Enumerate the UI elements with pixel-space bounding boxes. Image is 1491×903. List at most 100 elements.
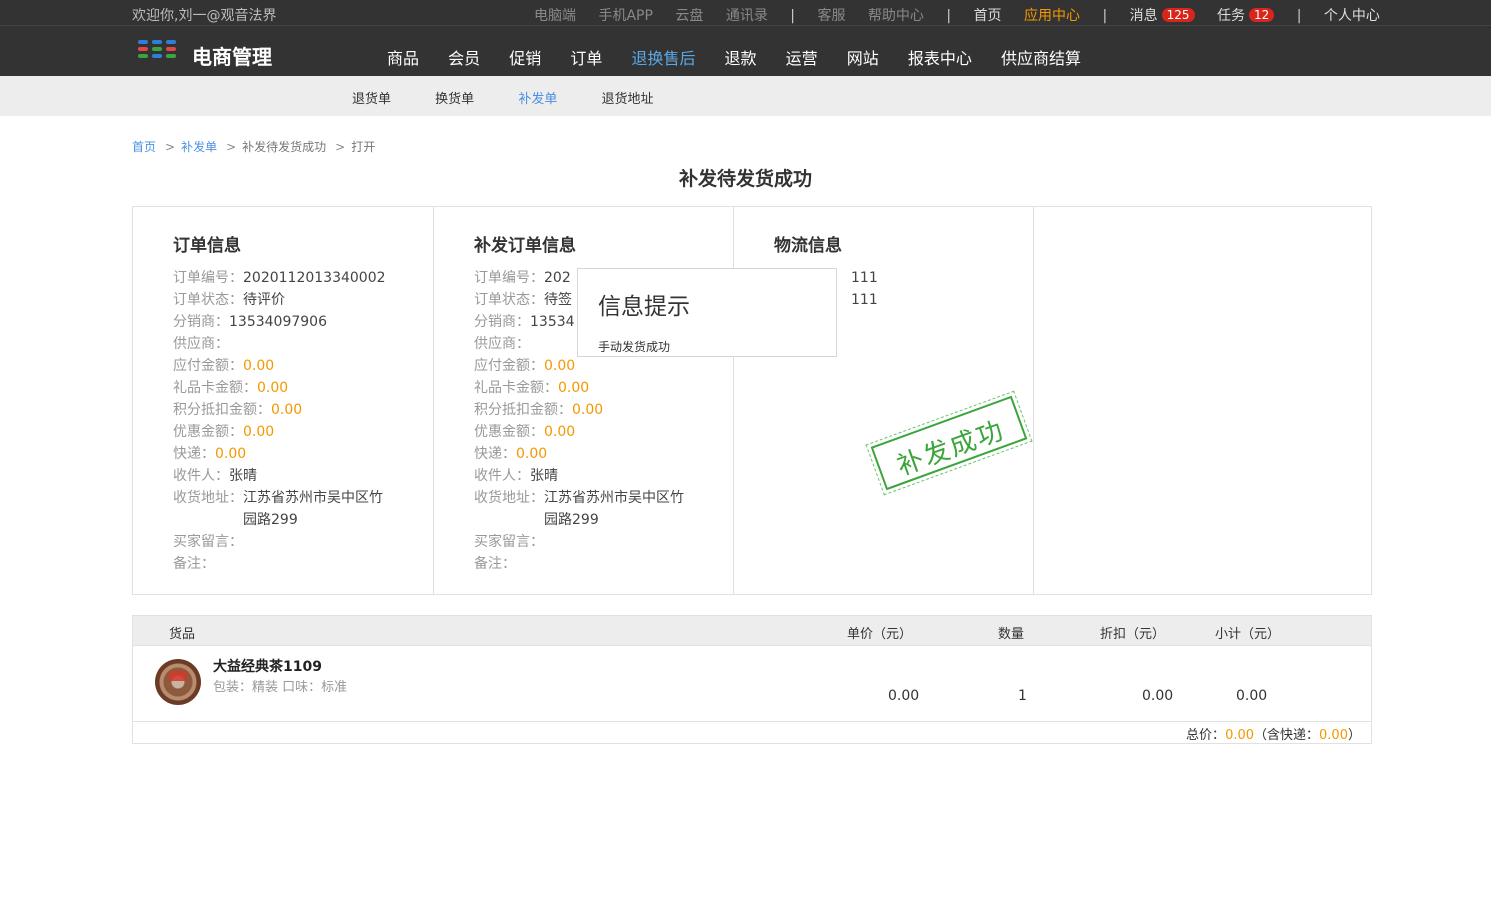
- link-cloud-disk[interactable]: 云盘: [675, 5, 703, 25]
- table-row: 大益经典茶1109 包装：精装 口味：标准 0.00 1 0.00 0.00: [133, 647, 1371, 722]
- reissue-info-section: 补发订单信息 订单编号： 202 订单状态： 待签 分销商： 13534 供应商： 应…: [434, 207, 734, 594]
- subnav-reissue-orders[interactable]: 补发单: [518, 88, 557, 107]
- nav-products[interactable]: 商品: [387, 45, 419, 69]
- discount-amount: 0.00: [544, 424, 576, 440]
- section-title: 物流信息: [774, 236, 842, 256]
- subnav-return-orders[interactable]: 退货单: [352, 88, 391, 107]
- subnav-return-address[interactable]: 退货地址: [601, 88, 653, 107]
- nav-refunds[interactable]: 退款: [725, 45, 757, 69]
- separator: |: [1102, 8, 1108, 24]
- express-fee: 0.00: [215, 446, 247, 462]
- popup-title: 信息提示: [598, 294, 690, 320]
- distributor: 13534097906: [229, 314, 327, 330]
- field-label: 应付金额：: [474, 358, 544, 374]
- points-amount: 0.00: [271, 402, 303, 418]
- nav-after-sales[interactable]: 退换售后: [631, 45, 695, 83]
- link-contacts[interactable]: 通讯录: [726, 5, 768, 25]
- link-tasks[interactable]: 任务 12: [1216, 5, 1275, 25]
- utility-links: 电脑端 手机APP 云盘 通讯录 | 客服 帮助中心 | 首页 应用中心 | 消…: [534, 5, 1398, 25]
- messages-label: 消息: [1129, 8, 1158, 24]
- order-status: 待签: [544, 292, 572, 308]
- nav-members[interactable]: 会员: [448, 45, 480, 69]
- field-label: 积分抵扣金额：: [474, 402, 572, 418]
- top-header: 欢迎你,刘一@观音法界 电脑端 手机APP 云盘 通讯录 | 客服 帮助中心 |…: [0, 0, 1491, 83]
- link-messages[interactable]: 消息 125: [1130, 5, 1195, 25]
- field-label: 供应商：: [173, 336, 229, 352]
- utility-bar: 欢迎你,刘一@观音法界 电脑端 手机APP 云盘 通讯录 | 客服 帮助中心 |…: [0, 0, 1491, 26]
- nav-promotions[interactable]: 促销: [509, 45, 541, 69]
- shipping-address: 江苏省苏州市吴中区竹园路299: [544, 490, 684, 528]
- table-header: 货品 单价（元） 数量 折扣（元） 小计（元）: [133, 616, 1371, 646]
- link-personal-center[interactable]: 个人中心: [1324, 5, 1380, 25]
- subtotal: 0.00: [1236, 688, 1268, 704]
- field-label: 备注：: [474, 556, 516, 572]
- field-label: 优惠金额：: [474, 424, 544, 440]
- sub-nav: 退货单 换货单 补发单 退货地址: [0, 76, 1491, 116]
- nav-supplier-settlement[interactable]: 供应商结算: [1001, 45, 1081, 69]
- popup-message: 手动发货成功: [598, 340, 671, 354]
- info-popup[interactable]: 信息提示 手动发货成功: [577, 268, 837, 357]
- field-label: 收件人：: [173, 468, 229, 484]
- field-label: 买家留言：: [173, 534, 243, 550]
- field-label: 分销商：: [173, 314, 229, 330]
- logo-text: 电商管理: [192, 45, 272, 69]
- logistics-company: 111: [851, 270, 878, 286]
- nav-website[interactable]: 网站: [847, 45, 879, 69]
- total-amount: 0.00: [1225, 728, 1255, 743]
- breadcrumb-reissue[interactable]: 补发单: [181, 140, 217, 154]
- logo-grid-icon: [138, 40, 178, 60]
- col-qty: 数量: [998, 627, 1025, 642]
- logistics-number: 111: [851, 292, 878, 308]
- giftcard-amount: 0.00: [257, 380, 289, 396]
- link-app-center[interactable]: 应用中心: [1024, 5, 1080, 25]
- total-label: 总价：: [1186, 728, 1226, 743]
- field-label: 快递：: [173, 446, 215, 462]
- express-label: （含快递：: [1254, 728, 1320, 743]
- link-customer-service[interactable]: 客服: [817, 5, 845, 25]
- product-name[interactable]: 大益经典茶1109: [213, 656, 322, 676]
- payable-amount: 0.00: [243, 358, 275, 374]
- unit-price: 0.00: [888, 688, 920, 704]
- section-title: 订单信息: [173, 236, 241, 256]
- field-label: 优惠金额：: [173, 424, 243, 440]
- product-thumbnail[interactable]: [155, 659, 201, 705]
- nav-orders[interactable]: 订单: [570, 45, 602, 69]
- order-total: 总价：0.00（含快递：0.00）: [1186, 724, 1361, 743]
- goods-table: 货品 单价（元） 数量 折扣（元） 小计（元） 大益经典茶1109 包装：精装 …: [132, 615, 1372, 744]
- receiver: 张晴: [229, 468, 257, 484]
- field-label: 收货地址：: [173, 490, 243, 506]
- link-desktop[interactable]: 电脑端: [534, 5, 576, 25]
- points-amount: 0.00: [572, 402, 604, 418]
- subnav-exchange-orders[interactable]: 换货单: [435, 88, 474, 107]
- shipping-address: 江苏省苏州市吴中区竹园路299: [243, 490, 383, 528]
- field-label: 供应商：: [474, 336, 530, 352]
- link-help-center[interactable]: 帮助中心: [868, 5, 924, 25]
- tasks-label: 任务: [1216, 8, 1245, 24]
- payable-amount: 0.00: [544, 358, 576, 374]
- section-title: 补发订单信息: [474, 236, 576, 256]
- separator: |: [946, 8, 952, 24]
- order-number: 202: [544, 270, 571, 286]
- field-label: 买家留言：: [474, 534, 544, 550]
- breadcrumb-home[interactable]: 首页: [132, 140, 156, 154]
- breadcrumb-sep: >: [226, 140, 237, 154]
- nav-operations[interactable]: 运营: [786, 45, 818, 69]
- link-home[interactable]: 首页: [974, 5, 1002, 25]
- nav-reports[interactable]: 报表中心: [908, 45, 972, 69]
- field-label: 快递：: [474, 446, 516, 462]
- giftcard-amount: 0.00: [558, 380, 590, 396]
- field-label: 收货地址：: [474, 490, 544, 506]
- breadcrumb: 首页 > 补发单 > 补发待发货成功 > 打开: [132, 138, 375, 155]
- link-mobile-app[interactable]: 手机APP: [598, 5, 652, 25]
- field-label: 订单状态：: [173, 292, 243, 308]
- page-title: 补发待发货成功: [678, 168, 812, 190]
- distributor: 13534: [530, 314, 575, 330]
- field-label: 积分抵扣金额：: [173, 402, 271, 418]
- separator: |: [1296, 8, 1302, 24]
- separator: |: [790, 8, 795, 24]
- field-label: 礼品卡金额：: [474, 380, 558, 396]
- order-status: 待评价: [243, 292, 285, 308]
- info-panel: 订单信息 订单编号： 2020112013340002 订单状态： 待评价 分销商：…: [132, 206, 1372, 595]
- product-spec: 包装：精装 口味：标准: [213, 680, 348, 695]
- breadcrumb-sep: >: [335, 140, 346, 154]
